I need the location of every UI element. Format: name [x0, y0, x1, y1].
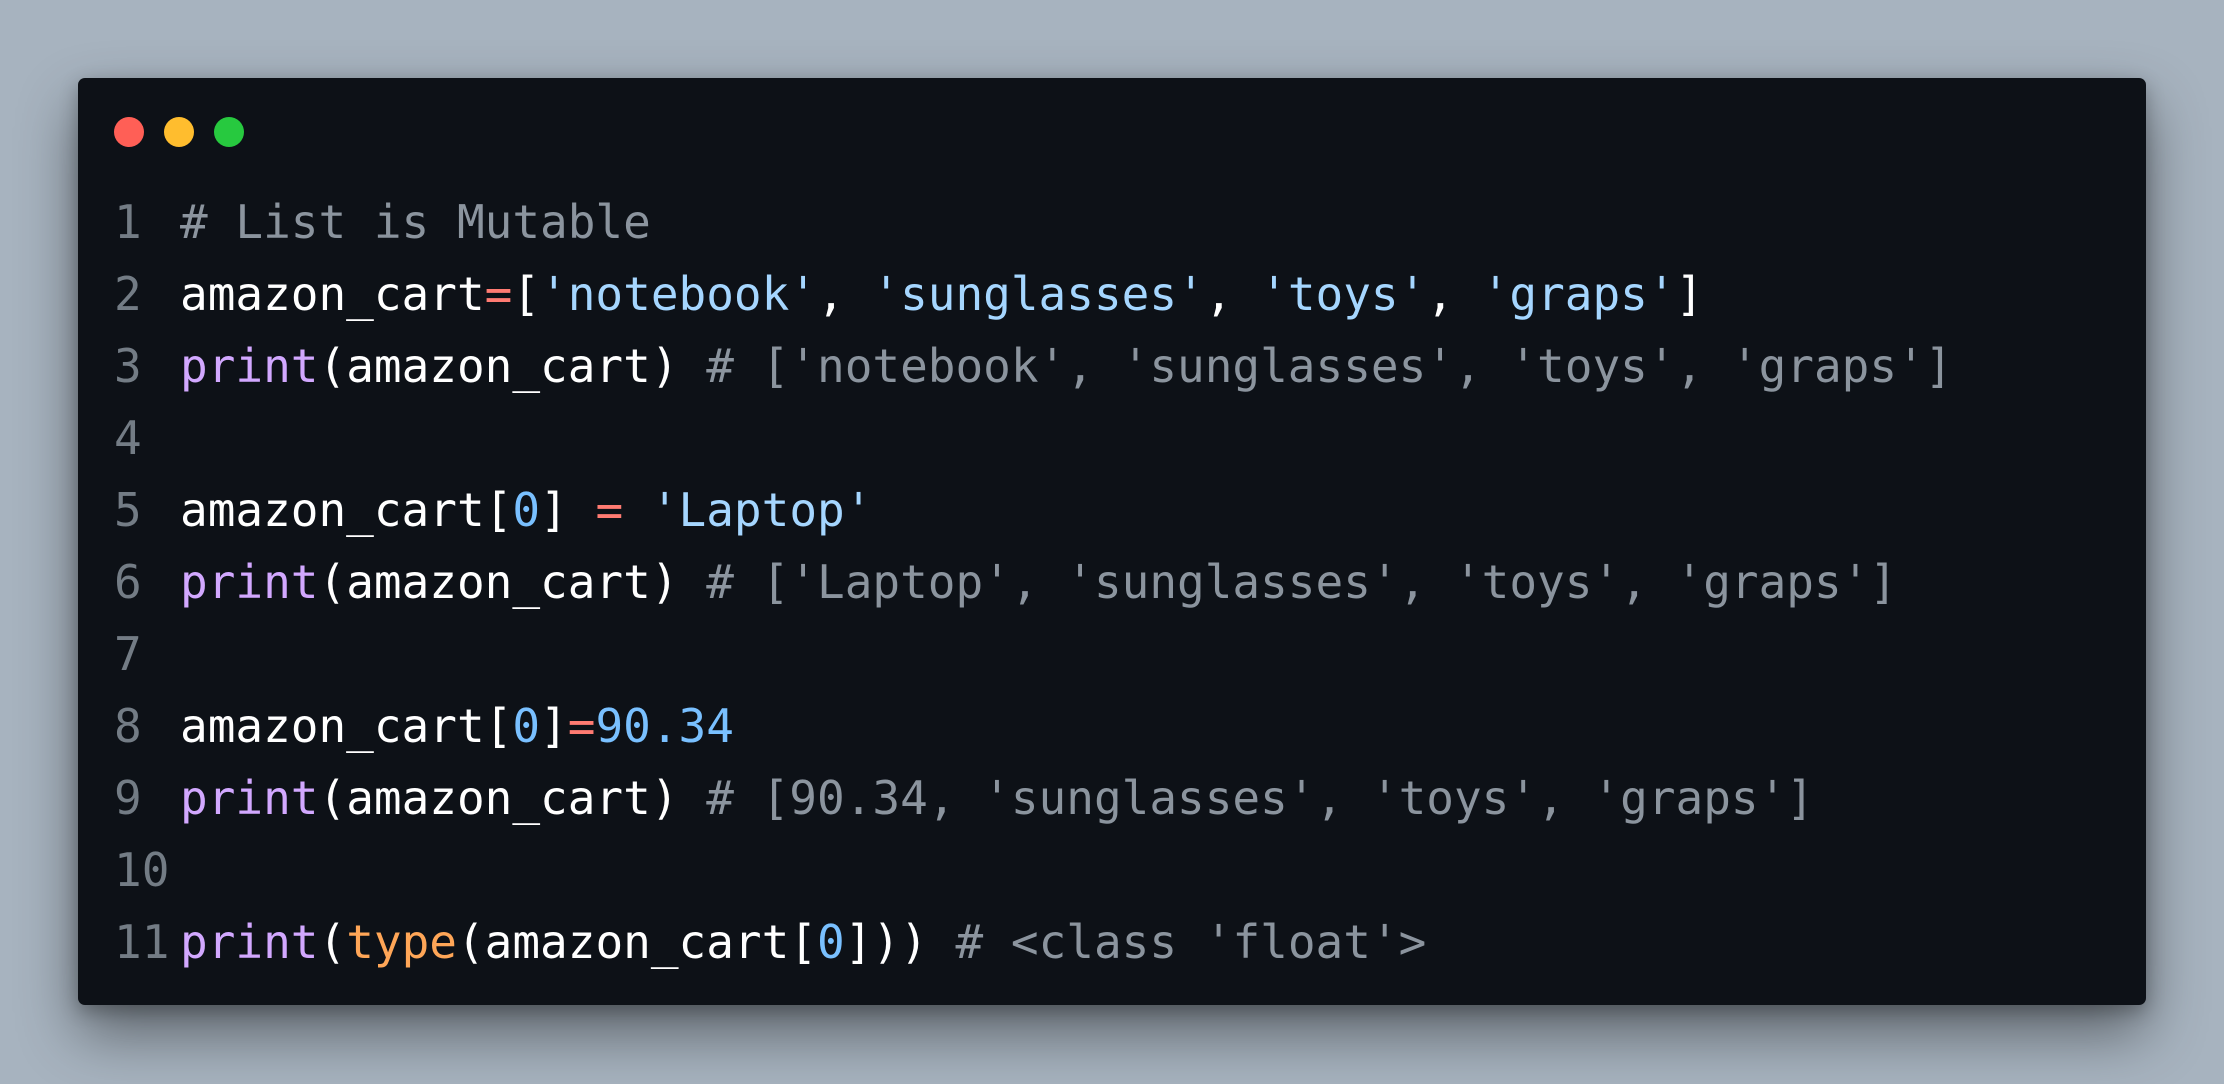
line-number: 7	[114, 627, 142, 681]
code-line: 5 amazon_cart[0] = 'Laptop'	[114, 474, 2126, 546]
line-content: print(amazon_cart) # ['notebook', 'sungl…	[180, 330, 2126, 402]
code-token-punct: (	[456, 915, 485, 969]
code-token-punct: [	[512, 267, 541, 321]
code-token-func: print	[180, 771, 319, 825]
code-token-number: 0	[512, 483, 541, 537]
code-token-op: =	[567, 699, 596, 753]
close-button[interactable]	[114, 117, 144, 147]
line-number: 4	[114, 411, 142, 465]
code-token-name: amazon_cart	[346, 555, 651, 609]
code-token-number: 0	[512, 699, 541, 753]
code-token-punct: ]	[540, 483, 596, 537]
code-token-name: amazon_cart	[346, 771, 651, 825]
code-line: 1 # List is Mutable	[114, 186, 2126, 258]
code-token-punct: )	[650, 339, 707, 393]
code-token-name: amazon_cart	[180, 267, 485, 321]
line-content: amazon_cart=['notebook', 'sunglasses', '…	[180, 258, 2126, 330]
line-number: 10	[114, 843, 170, 897]
code-token-punct: ]	[540, 699, 568, 753]
code-token-op: =	[484, 267, 513, 321]
code-token-comment: # <class 'float'>	[955, 915, 1427, 969]
code-line: 3 print(amazon_cart) # ['notebook', 'sung…	[114, 330, 2126, 402]
code-token-string: 'notebook'	[540, 267, 817, 321]
line-number: 1	[114, 195, 142, 249]
line-content: print(amazon_cart) # ['Laptop', 'sunglas…	[180, 546, 2126, 618]
line-number: 11	[114, 915, 170, 969]
code-token-name: amazon_cart	[346, 339, 651, 393]
code-window: 1 # List is Mutable 2 amazon_cart=['noteboo…	[78, 78, 2146, 1005]
code-token-name: amazon_cart	[180, 699, 485, 753]
code-token-punct: )	[650, 555, 707, 609]
line-content: # List is Mutable	[180, 186, 2126, 258]
line-content: amazon_cart[0] = 'Laptop'	[180, 474, 2126, 546]
code-token-comment: # [90.34, 'sunglasses', 'toys', 'graps']	[706, 771, 1814, 825]
line-content	[180, 402, 2126, 474]
minimize-button[interactable]	[164, 117, 194, 147]
code-token-number: 0	[817, 915, 845, 969]
line-number: 8	[114, 699, 142, 753]
line-content: amazon_cart[0]=90.34	[180, 690, 2126, 762]
code-line: 4	[114, 402, 2126, 474]
code-token-func: print	[180, 915, 319, 969]
code-token-func: print	[180, 555, 319, 609]
code-token-punct: [	[484, 699, 513, 753]
line-number: 2	[114, 267, 142, 321]
code-line: 2 amazon_cart=['notebook', 'sunglasses', …	[114, 258, 2126, 330]
line-number: 9	[114, 771, 142, 825]
code-token-comment: # ['Laptop', 'sunglasses', 'toys', 'grap…	[706, 555, 1898, 609]
code-token-builtin: type	[346, 915, 457, 969]
code-block: 1 # List is Mutable 2 amazon_cart=['noteboo…	[114, 186, 2126, 978]
code-line: 7	[114, 618, 2126, 690]
line-content	[180, 834, 2126, 906]
window-controls	[114, 117, 244, 147]
code-token-punct: (	[318, 771, 347, 825]
code-token-punct: [	[789, 915, 818, 969]
code-line: 10	[114, 834, 2126, 906]
code-token-punct: [	[484, 483, 513, 537]
code-line: 6 print(amazon_cart) # ['Laptop', 'sungla…	[114, 546, 2126, 618]
code-token-punct	[623, 483, 651, 537]
code-token-name: amazon_cart	[484, 915, 790, 969]
code-token-op: =	[595, 483, 624, 537]
code-token-string: 'graps'	[1481, 267, 1676, 321]
code-token-punct: ]	[1675, 267, 1704, 321]
code-token-punct: ,	[1204, 267, 1261, 321]
code-line: 9 print(amazon_cart) # [90.34, 'sunglasse…	[114, 762, 2126, 834]
line-number: 6	[114, 555, 142, 609]
code-token-punct: ,	[1426, 267, 1482, 321]
code-token-punct: (	[318, 555, 347, 609]
code-token-name: amazon_cart	[180, 483, 485, 537]
code-token-punct: (	[318, 339, 347, 393]
code-token-punct: (	[318, 915, 347, 969]
code-token-punct: ,	[817, 267, 873, 321]
code-line: 11 print(type(amazon_cart[0])) # <class '…	[114, 906, 2126, 978]
code-token-func: print	[180, 339, 319, 393]
code-line: 8 amazon_cart[0]=90.34	[114, 690, 2126, 762]
line-content	[180, 618, 2126, 690]
code-token-punct: )	[650, 771, 707, 825]
code-token-comment: # ['notebook', 'sunglasses', 'toys', 'gr…	[706, 339, 1953, 393]
line-number: 3	[114, 339, 142, 393]
code-token-string: 'toys'	[1260, 267, 1427, 321]
code-token-number: 90.34	[595, 699, 734, 753]
line-number: 5	[114, 483, 142, 537]
code-token-punct: ]))	[844, 915, 956, 969]
line-content: print(amazon_cart) # [90.34, 'sunglasses…	[180, 762, 2126, 834]
code-token-string: 'Laptop'	[650, 483, 873, 537]
code-token-string: 'sunglasses'	[872, 267, 1205, 321]
code-token-comment: # List is Mutable	[180, 195, 651, 249]
maximize-button[interactable]	[214, 117, 244, 147]
line-content: print(type(amazon_cart[0])) # <class 'fl…	[180, 906, 2126, 978]
